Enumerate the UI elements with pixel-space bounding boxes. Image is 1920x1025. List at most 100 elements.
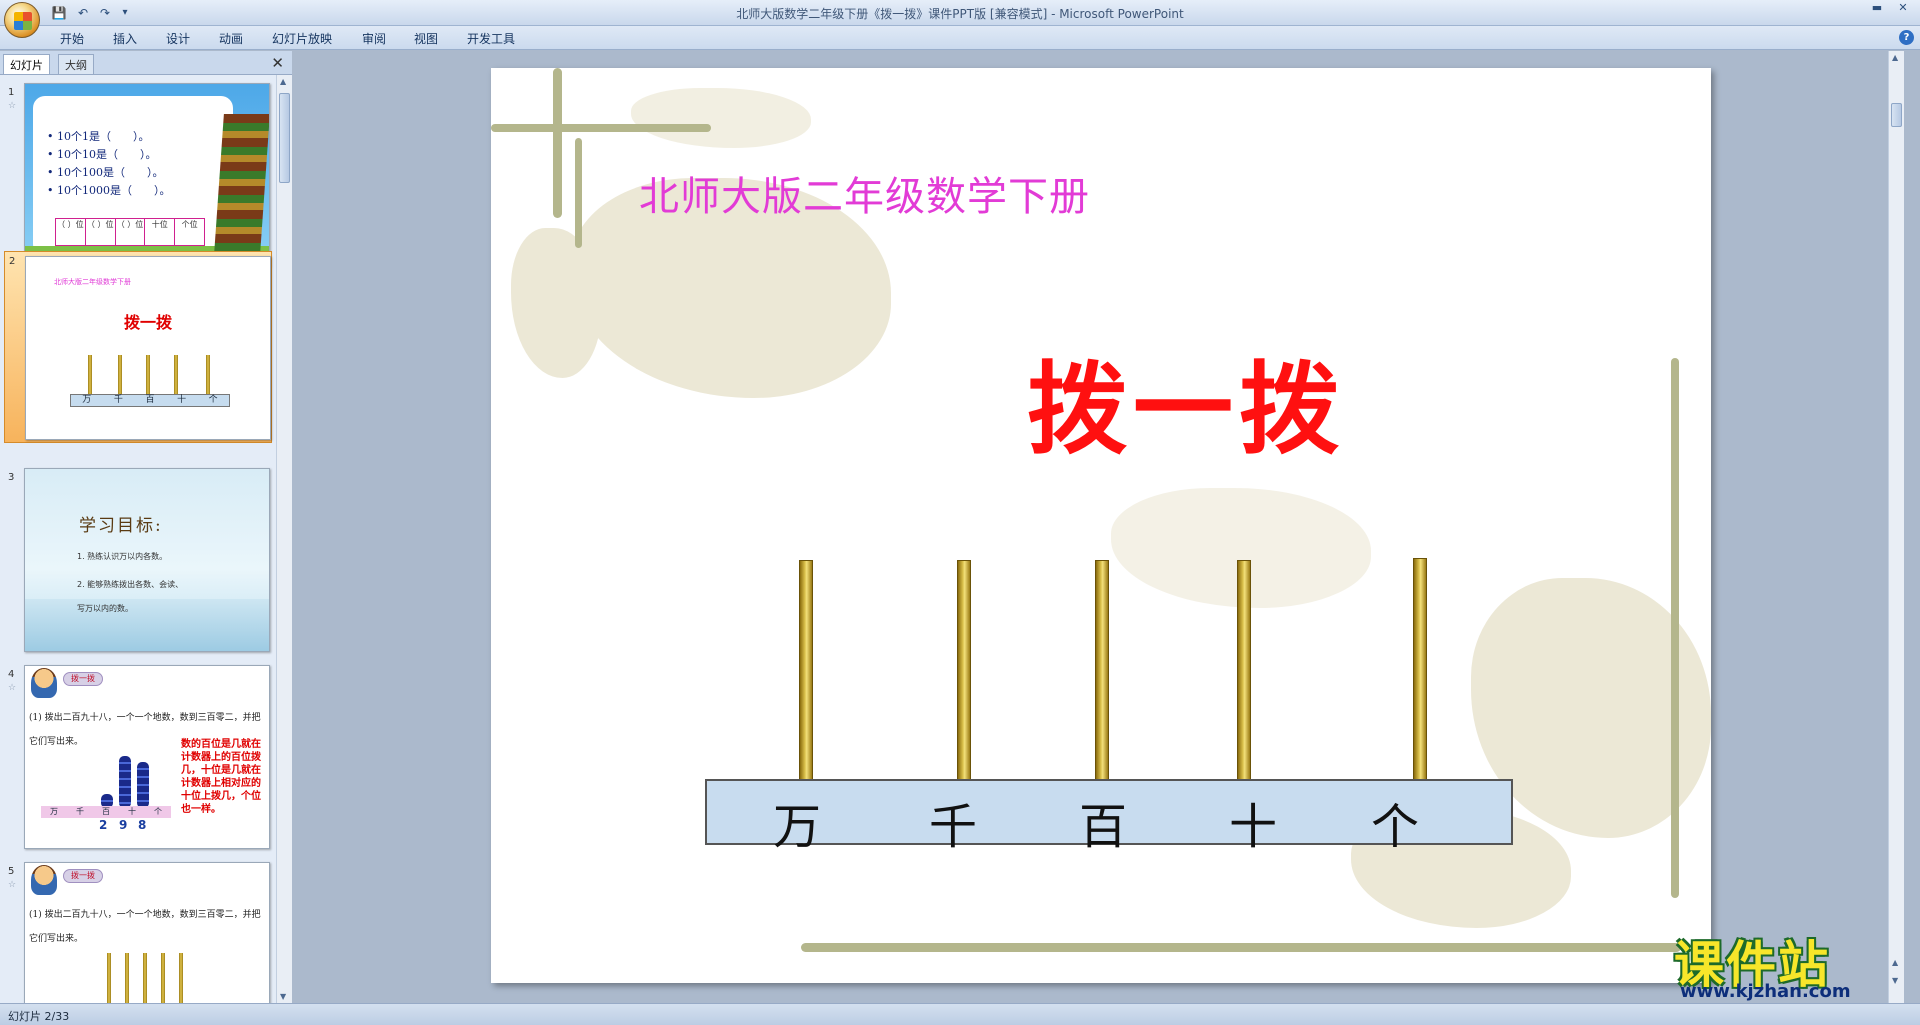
status-bar: 幻灯片 2/33 xyxy=(0,1003,1920,1025)
place-label: 千 xyxy=(929,799,978,855)
abacus-base: 万 千 百 十 个 xyxy=(70,394,230,407)
help-icon[interactable]: ? xyxy=(1899,30,1914,45)
place-label: 个 xyxy=(1371,799,1420,855)
thumb-subtitle: 北师大版二年级数学下册 xyxy=(54,278,131,286)
tab-insert[interactable]: 插入 xyxy=(113,30,137,47)
office-logo-icon xyxy=(14,12,32,30)
thumbnail-preview: 拨一拨 (1) 拨出二百九十八，一个一个地数，数到三百零二，并把它们写出来。 数… xyxy=(24,665,270,849)
pane-tabs: 幻灯片 大纲 ✕ xyxy=(0,51,292,75)
scroll-up-icon[interactable]: ▲ xyxy=(280,77,286,86)
abacus-rod xyxy=(206,355,210,395)
thumb-item: 写万以内的数。 xyxy=(77,604,133,613)
slide-counter: 幻灯片 2/33 xyxy=(8,1010,70,1023)
place-label: 千 xyxy=(76,807,84,816)
slide-thumbnail-4[interactable]: 4 ☆ 拨一拨 (1) 拨出二百九十八，一个一个地数，数到三百零二，并把它们写出… xyxy=(4,665,272,853)
scrollbar-thumb[interactable] xyxy=(279,93,290,183)
vine-decoration xyxy=(553,68,562,218)
boy-character-icon xyxy=(31,668,57,698)
thumbnail-list: 1 ☆ • 10个1是（ ）。 • 10个10是（ ）。 • 10个100是（ … xyxy=(0,75,276,1003)
watermark-url: www.kjzhan.com xyxy=(1680,981,1851,1002)
abacus-rod xyxy=(957,560,971,782)
thumbnail-scrollbar[interactable]: ▲ ▼ xyxy=(276,75,292,1003)
abacus-rod xyxy=(146,355,150,395)
tab-slides[interactable]: 幻灯片 xyxy=(3,54,50,74)
slide-thumbnail-1[interactable]: 1 ☆ • 10个1是（ ）。 • 10个10是（ ）。 • 10个100是（ … xyxy=(4,83,272,271)
book-stack-image xyxy=(214,114,269,254)
place-label: 千 xyxy=(113,395,123,405)
abacus-rod xyxy=(143,953,147,1003)
thumb-line: • 10个1000是（ ）。 xyxy=(47,184,171,197)
bead-column xyxy=(119,756,131,808)
current-slide[interactable]: 北师大版二年级数学下册 拨一拨 万 千 百 十 个 xyxy=(491,68,1711,983)
tab-design[interactable]: 设计 xyxy=(166,30,190,47)
place-label: 十 xyxy=(128,807,136,816)
tab-animations[interactable]: 动画 xyxy=(219,30,243,47)
slide-number: 3 xyxy=(8,472,15,483)
place-label: 百 xyxy=(102,807,110,816)
scroll-up-icon[interactable]: ▲ xyxy=(1892,53,1898,62)
tab-view[interactable]: 视图 xyxy=(414,30,438,47)
slide-editing-area: 北师大版二年级数学下册 拨一拨 万 千 百 十 个 ▲ ▲ ▼ xyxy=(293,51,1904,1003)
tab-slideshow[interactable]: 幻灯片放映 xyxy=(272,30,332,47)
place-cell: （ ）位 xyxy=(116,219,146,245)
thumbnail-preview: 北师大版二年级数学下册 拨一拨 万 千 百 十 个 xyxy=(25,256,271,440)
scroll-down-icon[interactable]: ▼ xyxy=(280,992,286,1001)
boy-character-icon xyxy=(31,865,57,895)
animation-star-icon: ☆ xyxy=(8,101,17,111)
place-label: 万 xyxy=(773,799,822,855)
title-bar: 💾 ↶ ↷ ▾ 北师大版数学二年级下册《拨一拨》课件PPT版 [兼容模式] - … xyxy=(0,0,1920,38)
section-badge: 拨一拨 xyxy=(63,672,103,686)
animation-star-icon: ☆ xyxy=(8,880,17,890)
place-cell: 十位 xyxy=(145,219,176,245)
tab-outline[interactable]: 大纲 xyxy=(58,54,94,74)
close-icon[interactable]: ✕ xyxy=(1890,0,1916,18)
slide-thumbnail-2[interactable]: 2 北师大版二年级数学下册 拨一拨 万 千 百 十 个 xyxy=(4,251,272,443)
tab-home[interactable]: 开始 xyxy=(60,30,84,47)
abacus-rod xyxy=(1237,560,1251,782)
slide-number: 5 xyxy=(8,866,15,877)
abacus-rod xyxy=(125,953,129,1003)
close-pane-icon[interactable]: ✕ xyxy=(271,54,284,72)
place-label: 十 xyxy=(177,395,187,405)
background-stain xyxy=(631,88,811,148)
thumb-heading: 学习目标: xyxy=(79,516,163,536)
slide-thumbnail-5[interactable]: 5 ☆ 拨一拨 (1) 拨出二百九十八，一个一个地数，数到三百零二，并把它们写出… xyxy=(4,862,272,1003)
watermark-logo: 课件站 www.kjzhan.com xyxy=(1664,925,1904,1003)
thumb-line: • 10个10是（ ）。 xyxy=(47,148,157,161)
slide-thumbnail-3[interactable]: 3 学习目标: 1. 熟练认识万以内各数。 2. 能够熟练拨出各数、会读、 写万… xyxy=(4,468,272,656)
tab-developer[interactable]: 开发工具 xyxy=(467,30,515,47)
ribbon-tabs: 开始 插入 设计 动画 幻灯片放映 审阅 视图 开发工具 ? xyxy=(0,26,1920,50)
place-label: 百 xyxy=(1079,799,1128,855)
digit: 2 xyxy=(99,818,108,832)
slide-subtitle[interactable]: 北师大版二年级数学下册 xyxy=(639,164,1090,222)
tab-review[interactable]: 审阅 xyxy=(362,30,386,47)
vine-decoration xyxy=(801,943,1681,952)
slide-scrollbar[interactable]: ▲ ▲ ▼ xyxy=(1888,51,1904,1003)
thumb-line: • 10个100是（ ）。 xyxy=(47,166,164,179)
abacus-rod xyxy=(1413,558,1427,780)
window-title: 北师大版数学二年级下册《拨一拨》课件PPT版 [兼容模式] - Microsof… xyxy=(736,7,1184,21)
slide-title[interactable]: 拨一拨 xyxy=(491,328,1711,473)
section-badge: 拨一拨 xyxy=(63,869,103,883)
abacus-rod xyxy=(174,355,178,395)
water-background xyxy=(25,599,269,651)
office-button[interactable] xyxy=(4,2,40,38)
abacus-base: 万 千 百 十 个 xyxy=(705,779,1513,855)
slide-number: 1 xyxy=(8,87,15,98)
thumb-item: 1. 熟练认识万以内各数。 xyxy=(77,552,168,561)
thumbnail-preview: • 10个1是（ ）。 • 10个10是（ ）。 • 10个100是（ ）。 •… xyxy=(24,83,270,267)
digit: 8 xyxy=(138,818,147,832)
thumbnail-preview: 学习目标: 1. 熟练认识万以内各数。 2. 能够熟练拨出各数、会读、 写万以内… xyxy=(24,468,270,652)
vine-decoration xyxy=(491,124,711,132)
abacus-rod xyxy=(179,953,183,1003)
place-cell: （ ）位 xyxy=(86,219,116,245)
abacus-rod xyxy=(799,560,813,782)
minimize-icon[interactable]: ▬ xyxy=(1864,0,1890,18)
animation-star-icon: ☆ xyxy=(8,683,17,693)
thumb-item: 2. 能够熟练拨出各数、会读、 xyxy=(77,580,184,589)
paper-background: • 10个1是（ ）。 • 10个10是（ ）。 • 10个100是（ ）。 •… xyxy=(33,96,233,256)
bead-column xyxy=(137,762,149,808)
scrollbar-thumb[interactable] xyxy=(1891,103,1902,127)
place-label: 十 xyxy=(1229,799,1278,855)
slides-pane: 幻灯片 大纲 ✕ 1 ☆ • 10个1是（ ）。 • 10个10是（ ）。 • … xyxy=(0,51,292,1003)
